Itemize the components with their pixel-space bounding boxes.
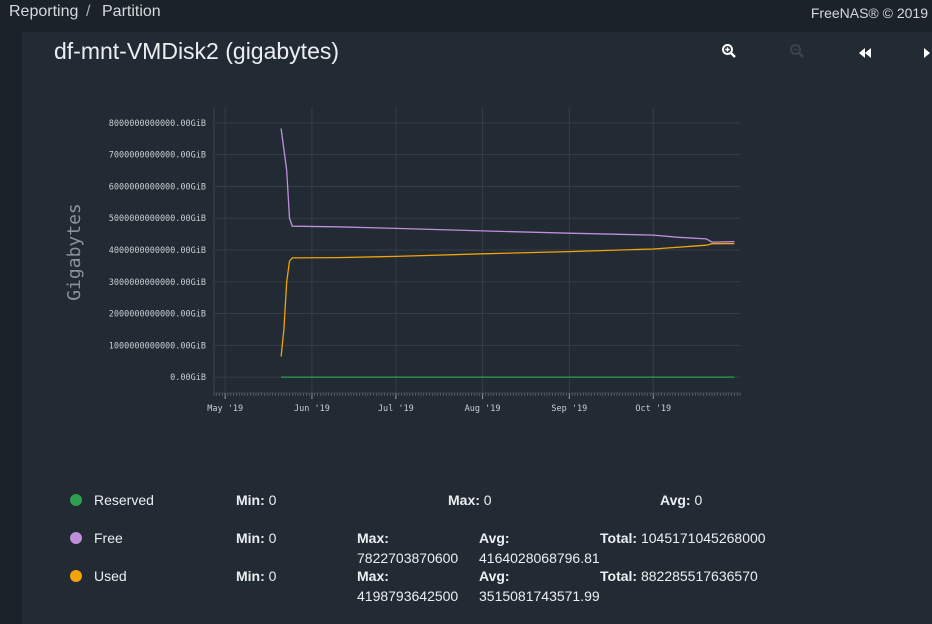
x-tick-label: Oct '19: [635, 404, 671, 414]
legend-label: Reserved: [94, 492, 154, 508]
stat-min: Min: 0: [236, 530, 277, 546]
y-axis-label: Gigabytes: [64, 203, 85, 301]
legend-dot-free: [70, 532, 82, 544]
y-tick-label: 5000000000000.00GiB: [109, 214, 206, 224]
y-tick-label: 1000000000000.00GiB: [109, 341, 206, 351]
x-tick-label: May '19: [207, 404, 243, 414]
x-tick-label: Aug '19: [465, 404, 501, 414]
series-line-free: [280, 128, 735, 243]
stat-avg: Avg: 4164028068796.81: [479, 530, 600, 566]
stat-avg: Avg: 0: [660, 492, 703, 508]
y-tick-label: 7000000000000.00GiB: [109, 151, 206, 161]
stat-min: Min: 0: [236, 492, 277, 508]
y-tick-label: 0.00GiB: [170, 373, 206, 383]
legend-label: Used: [94, 568, 127, 584]
y-tick-label: 4000000000000.00GiB: [109, 246, 206, 256]
legend-dot-reserved: [70, 494, 82, 506]
x-tick-label: Jun '19: [294, 404, 330, 414]
stat-avg: Avg: 3515081743571.99: [479, 568, 600, 604]
y-tick-label: 2000000000000.00GiB: [109, 310, 206, 320]
y-tick-label: 6000000000000.00GiB: [109, 182, 206, 192]
stat-max: Max: 4198793642500: [357, 568, 459, 604]
legend-dot-used: [70, 570, 82, 582]
stat-min: Min: 0: [236, 568, 277, 584]
stat-total: Total: 882285517636570: [600, 568, 758, 584]
line-chart: Gigabytes 8000000000000.00GiB 70000000000…: [64, 107, 741, 414]
y-tick-label: 8000000000000.00GiB: [109, 119, 206, 129]
x-tick-label: Sep '19: [551, 404, 587, 414]
stat-total: Total: 1045171045268000: [600, 530, 766, 546]
y-tick-label: 3000000000000.00GiB: [109, 278, 206, 288]
x-tick-label: Jul '19: [378, 404, 414, 414]
series-line-used: [280, 242, 735, 357]
stat-max: Max: 7822703870600: [357, 530, 459, 566]
stat-max: Max: 0: [448, 492, 492, 508]
legend-label: Free: [94, 530, 123, 546]
